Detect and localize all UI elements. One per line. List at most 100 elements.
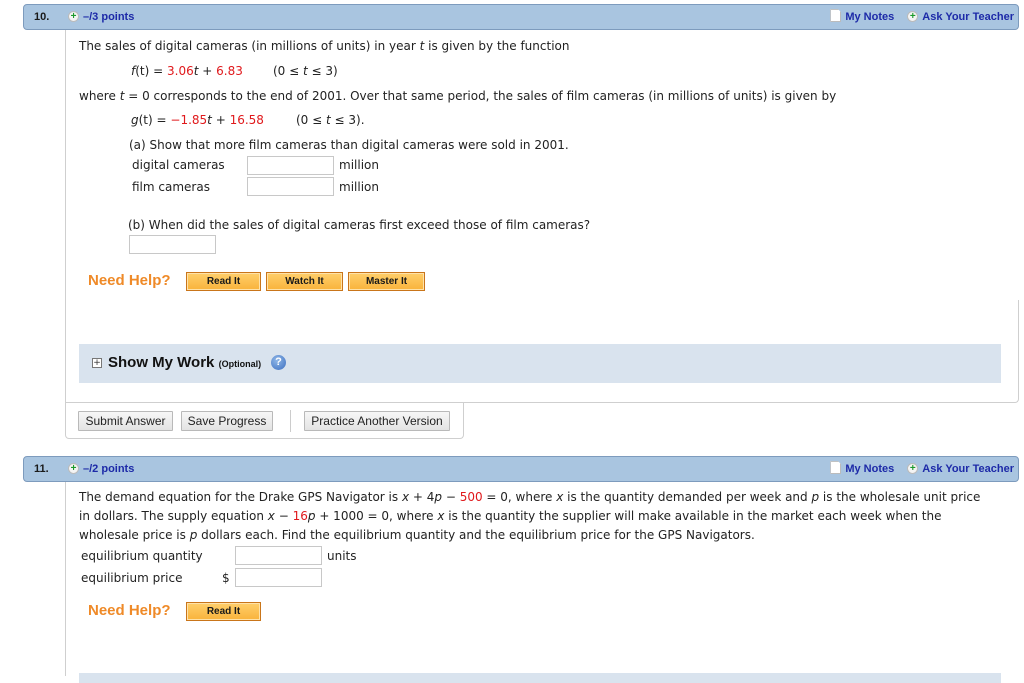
equilibrium-quantity-input[interactable] [235, 546, 322, 565]
ask-teacher-label: Ask Your Teacher [922, 11, 1014, 23]
show-my-work-panel[interactable]: + Show My Work (Optional) ? [79, 344, 1001, 383]
text: − [274, 509, 293, 523]
f-arg: (t) = [135, 64, 167, 78]
points-label: –/3 points [83, 11, 135, 23]
need-help-label: Need Help? [88, 602, 171, 619]
film-cameras-unit: million [339, 180, 379, 194]
f-plus: + [198, 64, 217, 78]
question-11-line-2: in dollars. The supply equation x − 16p … [79, 509, 941, 523]
supply-coefficient: 16 [292, 509, 308, 523]
where-end: = 0 corresponds to the end of 2001. Over… [128, 89, 837, 103]
g-const: 16.58 [229, 113, 264, 127]
note-icon [830, 9, 842, 23]
question-11-header: 11. + –/2 points My Notes + Ask Your Teach… [23, 456, 1019, 482]
help-icon[interactable]: ? [271, 355, 286, 370]
text: = 0, where [482, 490, 557, 504]
my-notes-label: My Notes [845, 463, 895, 475]
dollar-prefix: $ [222, 571, 230, 585]
points-toggle[interactable]: + –/2 points [68, 462, 135, 475]
where-start: where [79, 89, 116, 103]
f-coef: 3.06 [167, 64, 194, 78]
show-my-work-panel-partial[interactable] [79, 673, 1001, 683]
domain-open: (0 ≤ [296, 113, 326, 127]
watch-it-button[interactable]: Watch It [266, 272, 343, 291]
part-b-prompt: (b) When did the sales of digital camera… [128, 218, 591, 232]
question-number: 10. [34, 11, 50, 23]
g-arg: (t) = [138, 113, 171, 127]
digital-cameras-input[interactable] [247, 156, 334, 175]
expand-icon[interactable]: + [92, 358, 102, 368]
part-b-input[interactable] [129, 235, 216, 254]
question-11-line-1: The demand equation for the Drake GPS Na… [79, 490, 980, 504]
g-plus: + [211, 113, 230, 127]
function-g-domain: (0 ≤ t ≤ 3). [296, 113, 365, 127]
ask-teacher-label: Ask Your Teacher [922, 463, 1014, 475]
domain-open: (0 ≤ [273, 64, 303, 78]
ask-teacher-link[interactable]: + Ask Your Teacher [897, 10, 1014, 23]
film-cameras-input[interactable] [247, 177, 334, 196]
var-p: p [811, 490, 820, 504]
part-a-prompt: (a) Show that more film cameras than dig… [129, 138, 569, 152]
text: is the quantity demanded per week and [563, 490, 812, 504]
equilibrium-quantity-unit: units [327, 549, 357, 563]
var-x: x [401, 490, 410, 504]
master-it-button[interactable]: Master It [348, 272, 425, 291]
ask-teacher-link[interactable]: + Ask Your Teacher [897, 462, 1014, 475]
show-my-work-title: Show My Work (Optional) [108, 354, 261, 371]
where-var: t [119, 89, 125, 103]
button-separator [290, 410, 291, 432]
intro-text: The sales of digital cameras (in million… [79, 39, 416, 53]
f-const: 6.83 [216, 64, 243, 78]
function-f-domain: (0 ≤ t ≤ 3) [273, 64, 338, 78]
text: is the wholesale unit price [819, 490, 981, 504]
read-it-button[interactable]: Read It [186, 272, 261, 291]
question-10-header: 10. + –/3 points My Notes + Ask Your Teach… [23, 4, 1019, 30]
my-notes-link[interactable]: My Notes [830, 461, 895, 475]
text: is the quantity the supplier will make a… [444, 509, 942, 523]
text: in dollars. The supply equation [79, 509, 268, 523]
plus-icon: + [68, 462, 79, 474]
intro-end: is given by the function [428, 39, 570, 53]
function-g: g(t) = −1.85t + 16.58 [131, 113, 264, 127]
equilibrium-quantity-label: equilibrium quantity [81, 549, 203, 563]
plus-icon: + [907, 10, 919, 22]
my-notes-label: My Notes [845, 11, 895, 23]
text: − [442, 490, 460, 504]
question-11-line-3: wholesale price is p dollars each. Find … [79, 528, 755, 542]
points-label: –/2 points [83, 463, 135, 475]
equilibrium-price-input[interactable] [235, 568, 322, 587]
need-help-label: Need Help? [88, 272, 171, 289]
var-x: x [267, 509, 275, 523]
optional-label: (Optional) [218, 359, 262, 369]
points-toggle[interactable]: + –/3 points [68, 10, 135, 23]
g-coef: −1.85 [170, 113, 208, 127]
practice-another-version-button[interactable]: Practice Another Version [304, 411, 450, 431]
digital-cameras-label: digital cameras [132, 158, 225, 172]
equilibrium-price-label: equilibrium price [81, 571, 183, 585]
my-notes-link[interactable]: My Notes [830, 9, 895, 23]
read-it-button[interactable]: Read It [186, 602, 261, 621]
note-icon [830, 461, 842, 475]
film-cameras-label: film cameras [132, 180, 210, 194]
where-text: where t = 0 corresponds to the end of 20… [79, 89, 836, 103]
submit-answer-button[interactable]: Submit Answer [78, 411, 173, 431]
domain-close: ≤ 3) [307, 64, 338, 78]
var-t: t [419, 39, 425, 53]
var-p: p [307, 509, 316, 523]
var-p: p [434, 490, 443, 504]
text: + 1000 = 0, where [315, 509, 438, 523]
text: dollars each. Find the equilibrium quant… [197, 528, 755, 542]
plus-icon: + [907, 462, 919, 474]
question-number: 11. [34, 463, 49, 475]
question-10-intro: The sales of digital cameras (in million… [79, 39, 569, 53]
digital-cameras-unit: million [339, 158, 379, 172]
plus-icon: + [68, 10, 79, 22]
g-name: g [131, 113, 139, 127]
show-my-work-label: Show My Work [108, 354, 215, 371]
text: The demand equation for the Drake GPS Na… [79, 490, 402, 504]
text: + 4 [409, 490, 435, 504]
text: wholesale price is [79, 528, 190, 542]
function-f: f(t) = 3.06t + 6.83 [131, 64, 243, 78]
domain-close: ≤ 3). [330, 113, 365, 127]
save-progress-button[interactable]: Save Progress [181, 411, 273, 431]
